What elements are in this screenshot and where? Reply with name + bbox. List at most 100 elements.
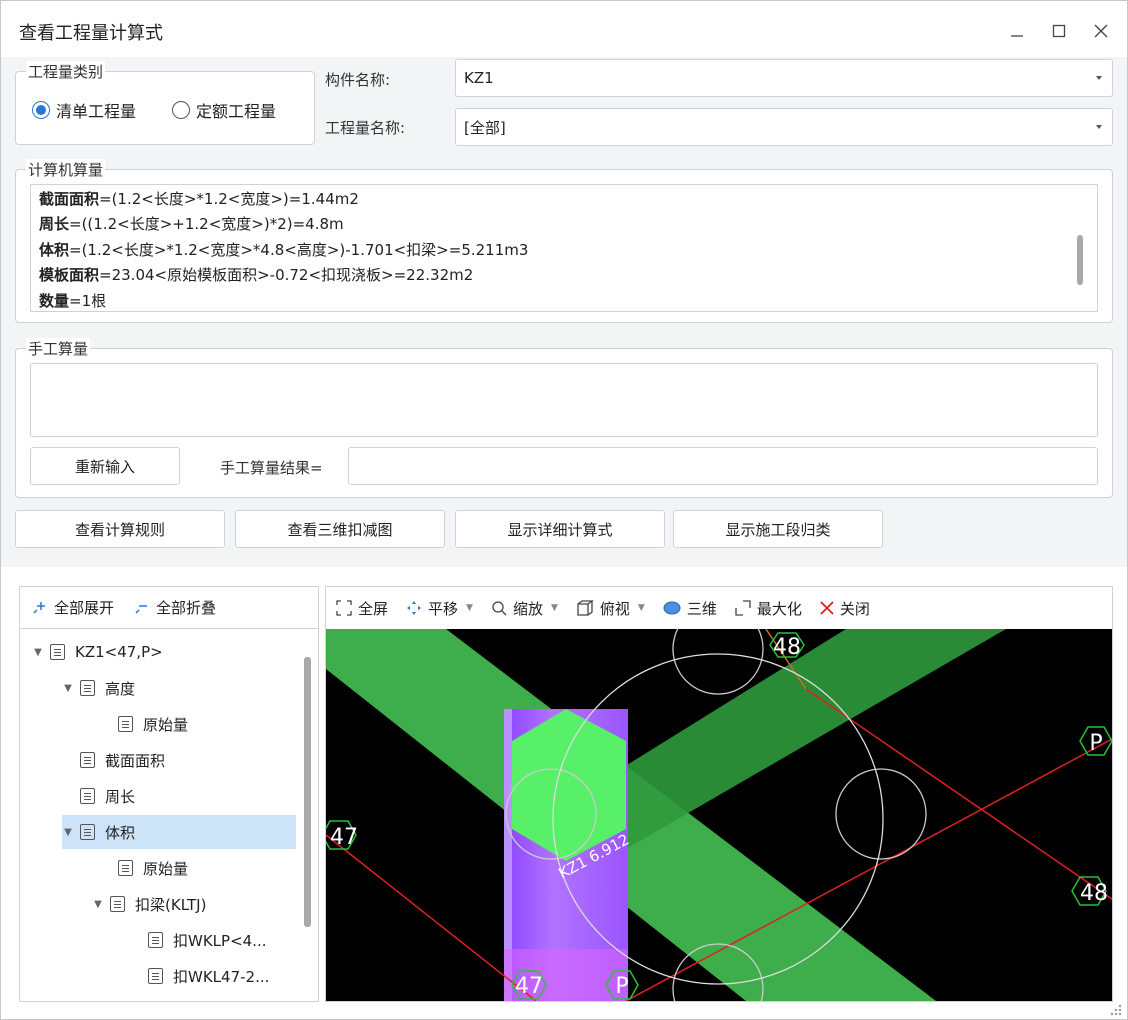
fullscreen-label: 全屏	[358, 599, 389, 618]
caret-down-icon[interactable]: ▼	[32, 647, 44, 658]
tree-item-label: KZ1<47,P>	[75, 643, 163, 661]
fullscreen-button[interactable]: 全屏	[336, 598, 388, 619]
tree-item-label: 原始量	[143, 715, 189, 734]
radio-bill-label: 清单工程量	[56, 102, 137, 121]
tree-item[interactable]: ▼ 高度	[62, 671, 135, 705]
tree-item-label: 扣WKLP<4...	[173, 931, 267, 950]
dropdown-arrow-icon[interactable]: ▼	[638, 603, 645, 613]
formula-scrollbar[interactable]	[1077, 235, 1083, 285]
caret-down-icon[interactable]: ▼	[92, 899, 104, 910]
component-name-select[interactable]: KZ1	[455, 59, 1113, 97]
formula-line: 数量=1根	[39, 291, 107, 310]
maximize-label: 最大化	[756, 599, 802, 618]
axis-line-48	[805, 688, 1112, 900]
svg-text:48: 48	[773, 635, 801, 660]
view-calc-rules-button[interactable]: 查看计算规则	[15, 510, 225, 548]
pan-button[interactable]: 平移 ▼	[406, 598, 473, 619]
pan-icon	[407, 601, 422, 615]
title-bar: 查看工程量计算式	[1, 1, 1127, 61]
manual-calc-label: 手工算量	[26, 338, 91, 359]
radio-quota-label: 定额工程量	[196, 102, 277, 121]
collapse-icon	[135, 604, 148, 614]
tree-scrollbar[interactable]	[304, 657, 311, 927]
close-view-button[interactable]: 关闭	[820, 598, 870, 619]
sphere-3d-icon	[663, 601, 681, 615]
minimize-button[interactable]	[999, 15, 1035, 47]
collapse-all-button[interactable]: 全部折叠	[134, 597, 216, 618]
axis-label-48-right: 48	[1071, 876, 1108, 906]
tree-item[interactable]: 原始量	[100, 707, 188, 741]
quantity-type-group: 工程量类别 清单工程量 定额工程量	[15, 61, 315, 145]
document-icon	[118, 716, 133, 732]
svg-text:48: 48	[1080, 881, 1108, 906]
svg-text:47: 47	[330, 825, 358, 850]
formula-line: 周长=((1.2<长度>+1.2<宽度>)*2)=4.8m	[39, 215, 344, 234]
tree-item-label: 高度	[105, 679, 136, 698]
maximize-icon	[735, 600, 751, 616]
tree-item-label: 扣梁(KLTJ)	[135, 895, 207, 914]
close-view-label: 关闭	[839, 599, 870, 618]
component-name-label: 构件名称:	[325, 71, 391, 89]
close-window-button[interactable]	[1083, 15, 1119, 47]
zoom-label: 缩放	[512, 599, 543, 618]
quantity-name-select[interactable]: [全部]	[455, 108, 1113, 146]
tree-item-label: 原始量	[143, 859, 189, 878]
tree-item[interactable]: 原始量	[100, 851, 188, 885]
axis-label-47-bottom: 47	[511, 970, 547, 1000]
upper-form-area: 工程量类别 清单工程量 定额工程量 构件名称: KZ1 工程量名称: [全部] …	[1, 57, 1127, 567]
formula-textbox[interactable]: 截面面积=(1.2<长度>*1.2<宽度>)=1.44m2 周长=((1.2<长…	[30, 184, 1098, 312]
caret-down-icon[interactable]: ▼	[62, 683, 74, 694]
tree-toolbar: 全部展开 全部折叠	[20, 587, 318, 629]
zoom-button[interactable]: 缩放 ▼	[491, 598, 558, 619]
tree-item[interactable]: 扣WKL47-2...	[130, 959, 269, 993]
maximize-view-button[interactable]: 最大化	[735, 598, 802, 619]
formula-line: 体积=(1.2<长度>*1.2<宽度>*4.8<高度>)-1.701<扣梁>=5…	[39, 240, 529, 259]
view-toolbar: 全屏 平移 ▼ 缩放 ▼ 俯视 ▼ 三维 最大化 关闭	[326, 587, 1112, 629]
fullscreen-icon	[336, 600, 352, 616]
view-3d-deduction-button[interactable]: 查看三维扣减图	[235, 510, 445, 548]
tree-item[interactable]: 扣WKLP<4...	[130, 923, 267, 957]
quantity-name-value: [全部]	[464, 118, 506, 137]
show-detailed-formula-button[interactable]: 显示详细计算式	[455, 510, 665, 548]
zoom-icon	[492, 601, 507, 616]
top-view-button[interactable]: 俯视 ▼	[576, 598, 645, 619]
tree-item[interactable]: 周长	[62, 779, 135, 813]
maximize-window-button[interactable]	[1041, 15, 1077, 47]
document-icon	[80, 824, 95, 840]
show-construction-section-button[interactable]: 显示施工段归类	[673, 510, 883, 548]
view-panel: 全屏 平移 ▼ 缩放 ▼ 俯视 ▼ 三维 最大化 关闭 48 P 47 48 4…	[325, 586, 1113, 1002]
svg-text:P: P	[615, 974, 628, 999]
manual-calc-textarea[interactable]	[30, 363, 1098, 437]
collapse-all-label: 全部折叠	[156, 599, 217, 617]
svg-text:47: 47	[515, 974, 543, 999]
computer-calc-label: 计算机算量	[26, 159, 106, 180]
caret-down-icon[interactable]: ▼	[62, 827, 74, 838]
formula-line: 截面面积=(1.2<长度>*1.2<宽度>)=1.44m2	[39, 190, 359, 208]
dropdown-arrow-icon[interactable]: ▼	[466, 603, 473, 613]
document-icon	[110, 896, 125, 912]
tree-item[interactable]: ▼ 扣梁(KLTJ)	[92, 887, 206, 921]
tree-item[interactable]: ▼ KZ1<47,P>	[32, 635, 163, 669]
document-icon	[50, 644, 65, 660]
document-icon	[80, 752, 95, 768]
radio-quota-quantity[interactable]: 定额工程量	[172, 98, 276, 122]
dialog-window: 查看工程量计算式 工程量类别 清单工程量 定额工程量 构件名称: KZ1 工程量…	[0, 0, 1128, 1020]
tree-item-label: 截面面积	[105, 751, 166, 770]
3d-view-button[interactable]: 三维	[663, 598, 717, 619]
document-icon	[80, 680, 95, 696]
3d-scene[interactable]: 48 P 47 48 47 P KZ1 6.912	[326, 629, 1112, 1001]
close-icon	[1094, 24, 1108, 38]
tree-item-selected[interactable]: ▼ 体积	[62, 815, 296, 849]
radio-unchecked-icon	[172, 101, 190, 119]
manual-calc-group: 手工算量 重新输入 手工算量结果=	[15, 338, 1113, 498]
resize-grip-icon[interactable]	[1109, 1003, 1123, 1017]
expand-all-button[interactable]: 全部展开	[32, 597, 114, 618]
radio-bill-quantity[interactable]: 清单工程量	[32, 98, 136, 122]
reenter-button[interactable]: 重新输入	[30, 447, 180, 485]
3d-canvas[interactable]: 48 P 47 48 47 P KZ1 6.912	[326, 629, 1112, 1001]
tree-item[interactable]: 截面面积	[62, 743, 165, 777]
dropdown-arrow-icon[interactable]: ▼	[551, 603, 558, 613]
manual-result-input[interactable]	[348, 447, 1098, 485]
expand-icon	[33, 601, 45, 614]
tree-item-label: 扣WKL47-2...	[173, 967, 270, 986]
